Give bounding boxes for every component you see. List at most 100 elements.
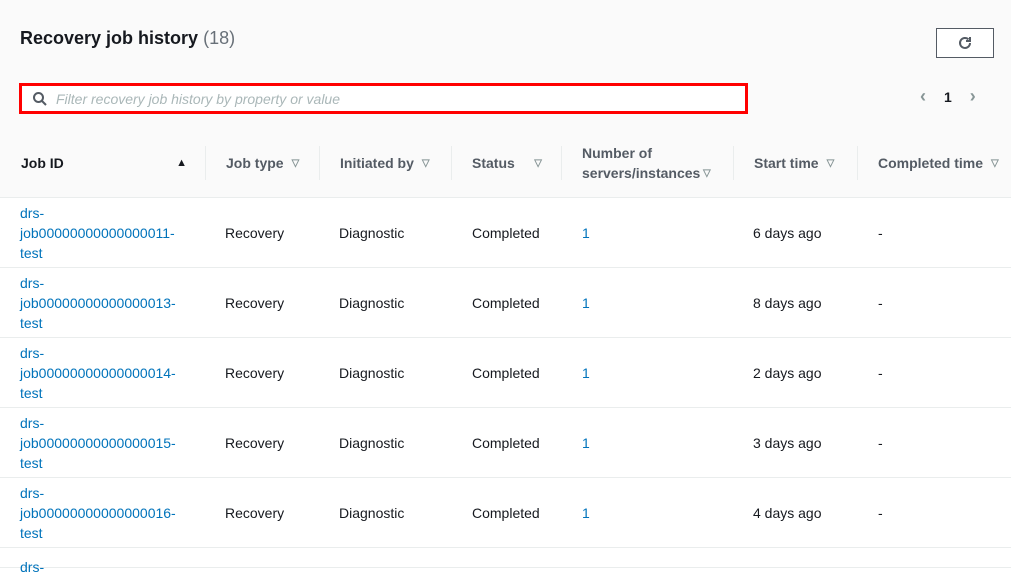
servers-count: 1 [582,435,590,451]
job-type: Recovery [225,435,285,451]
column-job-id[interactable]: Job ID ▲ [21,128,191,198]
column-initiated-by[interactable]: Initiated by ▽ [340,128,430,198]
servers-count-cell: 1 [582,198,590,268]
title-text: Recovery job history [20,28,199,48]
initiated-by-cell: Diagnostic [339,408,404,478]
servers-count-cell: 1 [582,478,590,548]
header-area: Recovery job history (18) ‹ 1 › [0,0,1011,128]
initiated-by: Diagnostic [339,295,405,311]
servers-count-cell: 1 [582,338,590,408]
completed-time-cell: - [878,478,883,548]
servers-count-cell: 1 [582,268,590,338]
table-row: drs-job00000000000000016- test Recovery Dia… [0,478,1011,548]
completed-time: - [878,365,883,381]
job-id-link-cell: drs-job00000000000000015- test [20,408,190,478]
status-cell: Completed [472,408,540,478]
filter-search[interactable] [19,83,748,114]
search-input[interactable] [56,90,706,107]
job-count: (18) [203,28,236,48]
refresh-button[interactable] [936,28,994,58]
initiated-by-cell: Diagnostic [339,268,404,338]
column-divider[interactable] [451,146,452,180]
job-type-cell: Recovery [225,198,284,268]
job-id-link-cell: drs- [20,557,190,577]
completed-time-cell: - [878,408,883,478]
sort-icon: ▽ [826,157,835,169]
servers-count-cell: 1 [582,408,590,478]
column-job-type[interactable]: Job type ▽ [226,128,299,198]
status: Completed [472,435,540,451]
job-id-link[interactable]: drs- [20,557,190,577]
job-type-cell: Recovery [225,268,284,338]
column-label: Start time [754,155,819,171]
start-time: 8 days ago [753,295,822,311]
start-time: 2 days ago [753,365,822,381]
status-cell: Completed [472,268,540,338]
table-row: drs-job00000000000000013- test Recovery Dia… [0,268,1011,338]
sort-icon: ▽ [291,157,300,169]
initiated-by: Diagnostic [339,435,405,451]
servers-count: 1 [582,505,590,521]
completed-time: - [878,505,883,521]
initiated-by-cell: Diagnostic [339,338,404,408]
initiated-by: Diagnostic [339,365,405,381]
column-label: Job ID [21,155,64,171]
servers-count: 1 [582,365,590,381]
start-time: 4 days ago [753,505,822,521]
column-divider[interactable] [319,146,320,180]
current-page[interactable]: 1 [944,89,952,105]
job-type-cell: Recovery [225,408,284,478]
completed-time-cell: - [878,338,883,408]
column-start-time[interactable]: Start time ▽ [754,128,834,198]
status: Completed [472,365,540,381]
completed-time: - [878,295,883,311]
column-divider[interactable] [205,146,206,180]
status-cell: Completed [472,198,540,268]
initiated-by: Diagnostic [339,225,405,241]
column-label: Number of servers/instances [582,145,701,181]
column-completed-time[interactable]: Completed time ▽ [878,128,999,198]
column-status[interactable]: Status ▽ [472,128,542,198]
column-divider[interactable] [561,146,562,180]
next-page-button[interactable]: › [970,86,976,107]
status: Completed [472,505,540,521]
job-id-link-cell: drs-job00000000000000014- test [20,338,190,408]
completed-time-cell: - [878,268,883,338]
job-id-link[interactable]: drs-job00000000000000011- test [20,203,190,263]
job-type: Recovery [225,295,285,311]
search-icon [33,91,47,106]
sort-icon: ▽ [991,157,999,169]
completed-time: - [878,435,883,451]
start-time: 6 days ago [753,225,822,241]
start-time-cell: 3 days ago [753,408,822,478]
table-row: drs-job00000000000000014- test Recovery Dia… [0,338,1011,408]
pagination: ‹ 1 › [920,86,976,107]
job-id-link[interactable]: drs-job00000000000000014- test [20,343,190,403]
job-type: Recovery [225,365,285,381]
sort-icon: ▽ [703,168,711,179]
column-number-servers[interactable]: Number of servers/instances ▽ [582,128,717,198]
initiated-by-cell: Diagnostic [339,198,404,268]
sort-icon: ▽ [421,157,430,169]
sort-icon: ▽ [534,157,542,169]
status-cell: Completed [472,338,540,408]
start-time: 3 days ago [753,435,822,451]
column-divider[interactable] [733,146,734,180]
job-id-link[interactable]: drs-job00000000000000013- test [20,273,190,333]
job-id-link[interactable]: drs-job00000000000000015- test [20,413,190,473]
column-label: Job type [226,155,284,171]
job-type-cell: Recovery [225,478,284,548]
job-type-cell: Recovery [225,338,284,408]
job-id-link[interactable]: drs-job00000000000000016- test [20,483,190,543]
status: Completed [472,225,540,241]
table-row: drs-job00000000000000015- test Recovery Dia… [0,408,1011,478]
column-divider[interactable] [857,146,858,180]
servers-count: 1 [582,295,590,311]
prev-page-button[interactable]: ‹ [920,86,926,107]
completed-time: - [878,225,883,241]
refresh-icon [959,36,971,49]
job-type: Recovery [225,505,285,521]
status: Completed [472,295,540,311]
completed-time-cell: - [878,198,883,268]
servers-count: 1 [582,225,590,241]
